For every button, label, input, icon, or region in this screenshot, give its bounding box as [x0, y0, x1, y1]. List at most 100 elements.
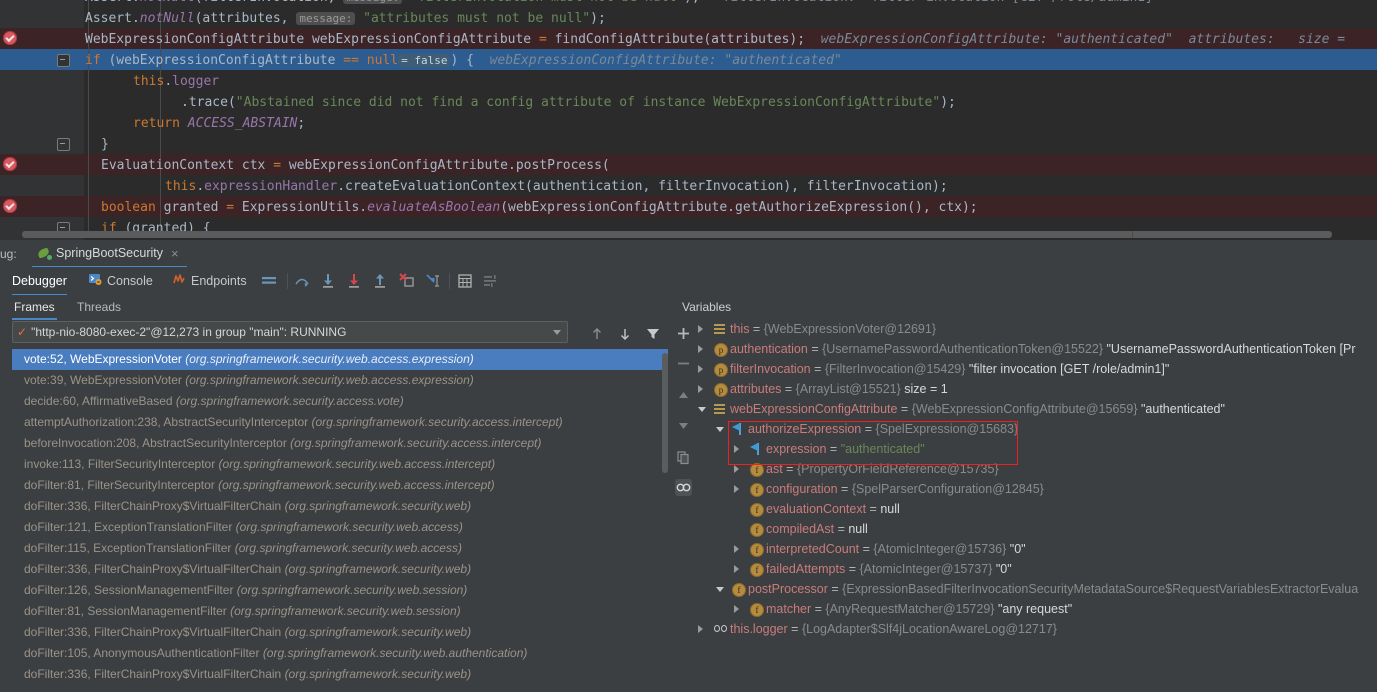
variable-name: configuration	[766, 482, 838, 496]
frame-list-item[interactable]: doFilter:336, FilterChainProxy$VirtualFi…	[12, 559, 668, 580]
watches-button[interactable]	[675, 479, 692, 496]
show-execution-point-icon[interactable]	[260, 272, 278, 290]
force-step-into-icon[interactable]	[345, 272, 363, 290]
chevron-right-icon[interactable]	[734, 445, 739, 453]
variable-name: evaluationContext	[766, 502, 867, 516]
code-editor[interactable]: Assert.notNull(filterInvocation, message…	[0, 0, 1377, 240]
step-into-icon[interactable]	[319, 272, 337, 290]
variable-row[interactable]: f interpretedCount = {AtomicInteger@15736…	[696, 539, 1377, 559]
variable-text: this.logger = {LogAdapter$Slf4jLocationA…	[730, 619, 1057, 639]
tab-threads[interactable]: Threads	[75, 295, 123, 318]
thread-selector-dropdown[interactable]: ✓ "http-nio-8080-exec-2"@12,273 in group…	[12, 321, 568, 343]
variable-row[interactable]: f ast = {PropertyOrFieldReference@15735}	[696, 459, 1377, 479]
frame-list-item[interactable]: doFilter:81, SessionManagementFilter (or…	[12, 601, 668, 622]
run-to-cursor-icon[interactable]	[424, 272, 442, 290]
move-watch-down-button[interactable]	[675, 417, 692, 434]
drop-frame-icon[interactable]	[398, 272, 416, 290]
frame-down-button[interactable]	[616, 325, 634, 343]
chevron-right-icon[interactable]	[698, 385, 703, 393]
chevron-down-icon[interactable]	[553, 330, 561, 335]
variable-row[interactable]: this = {WebExpressionVoter@12691}	[696, 319, 1377, 339]
variable-row[interactable]: p filterInvocation = {FilterInvocation@15…	[696, 359, 1377, 379]
variable-row[interactable]: f matcher = {AnyRequestMatcher@15729} "an…	[696, 599, 1377, 619]
frame-list-item[interactable]: doFilter:121, ExceptionTranslationFilter…	[12, 517, 668, 538]
chevron-right-icon[interactable]	[734, 545, 739, 553]
call-stack-frames-list[interactable]: vote:52, WebExpressionVoter (org.springf…	[12, 349, 668, 692]
move-watch-up-button[interactable]	[675, 387, 692, 404]
frame-up-button[interactable]	[588, 325, 606, 343]
frame-list-item[interactable]: doFilter:336, FilterChainProxy$VirtualFi…	[12, 664, 668, 685]
variable-equals: =	[807, 342, 823, 356]
chevron-right-icon[interactable]	[734, 605, 739, 613]
chevron-right-icon[interactable]	[734, 565, 739, 573]
variable-text: expression = "authenticated"	[766, 439, 925, 459]
frame-list-item[interactable]: vote:39, WebExpressionVoter (org.springf…	[12, 370, 668, 391]
step-out-icon[interactable]	[371, 272, 389, 290]
chevron-right-icon[interactable]	[698, 625, 703, 633]
variable-row[interactable]: this.logger = {LogAdapter$Slf4jLocationA…	[696, 619, 1377, 639]
frame-list-item[interactable]: invoke:113, FilterSecurityInterceptor (o…	[12, 454, 668, 475]
tab-debugger[interactable]: Debugger	[12, 267, 67, 296]
variable-row[interactable]: f configuration = {SpelParserConfiguratio…	[696, 479, 1377, 499]
frame-package: (org.springframework.security.web.access…	[185, 373, 474, 387]
frame-list-item[interactable]: vote:52, WebExpressionVoter (org.springf…	[12, 349, 668, 370]
copy-value-button[interactable]	[675, 449, 692, 466]
chevron-right-icon[interactable]	[734, 465, 739, 473]
frame-list-item[interactable]: doFilter:336, FilterChainProxy$VirtualFi…	[12, 622, 668, 643]
frame-list-item[interactable]: doFilter:81, FilterSecurityInterceptor (…	[12, 475, 668, 496]
close-icon[interactable]: ×	[171, 246, 179, 261]
remove-watch-button[interactable]	[675, 355, 692, 372]
chevron-right-icon[interactable]	[698, 365, 703, 373]
frame-list-item[interactable]: doFilter:126, SessionManagementFilter (o…	[12, 580, 668, 601]
variable-name: this	[730, 322, 750, 336]
variable-row[interactable]: p attributes = {ArrayList@15521} size = 1	[696, 379, 1377, 399]
flag-node-icon	[750, 443, 761, 455]
variable-row[interactable]: f compiledAst = null	[696, 519, 1377, 539]
variables-title-label: Variables	[682, 299, 732, 314]
tab-endpoints[interactable]: Endpoints	[172, 267, 247, 294]
chevron-right-icon[interactable]	[698, 325, 703, 333]
variable-row[interactable]: p authentication = {UsernamePasswordAuthe…	[696, 339, 1377, 359]
evaluate-expression-icon[interactable]	[456, 272, 474, 290]
editor-horizontal-scrollbar[interactable]	[22, 231, 1332, 238]
step-over-icon[interactable]	[293, 272, 311, 290]
frame-list-item[interactable]: decide:60, AffirmativeBased (org.springf…	[12, 391, 668, 412]
variable-equals: =	[859, 542, 874, 556]
variable-row[interactable]: webExpressionConfigAttribute = {WebExpre…	[696, 399, 1377, 419]
field-node-icon: f	[750, 543, 764, 557]
filter-frames-button[interactable]	[644, 325, 662, 343]
frame-method: vote:39, WebExpressionVoter	[24, 373, 186, 387]
chevron-down-icon[interactable]	[698, 407, 706, 412]
frame-list-item[interactable]: doFilter:336, FilterChainProxy$VirtualFi…	[12, 496, 668, 517]
field-node-icon: f	[732, 583, 746, 597]
object-node-icon	[714, 324, 725, 334]
frame-method: doFilter:126, SessionManagementFilter	[24, 583, 237, 597]
variable-row[interactable]: expression = "authenticated"	[696, 439, 1377, 459]
variable-row[interactable]: f evaluationContext = null	[696, 499, 1377, 519]
settings-list-icon[interactable]	[482, 272, 500, 290]
variables-panel: Variables this = {WebExpressionVoter@126…	[672, 295, 1377, 692]
frames-panel: Frames Threads ✓ "http-nio-8080-exec-2"@…	[0, 295, 668, 692]
frame-list-item[interactable]: doFilter:105, AnonymousAuthenticationFil…	[12, 643, 668, 664]
frame-package: (org.springframework.security.web.sessio…	[236, 583, 468, 597]
variables-tree[interactable]: this = {WebExpressionVoter@12691} p authe…	[696, 319, 1377, 692]
variable-equals: =	[826, 442, 841, 456]
variable-row[interactable]: f failedAttempts = {AtomicInteger@15737} …	[696, 559, 1377, 579]
variable-equals: =	[827, 582, 843, 596]
frame-list-item[interactable]: beforeInvocation:208, AbstractSecurityIn…	[12, 433, 668, 454]
run-configuration-tab[interactable]: SpringBootSecurity ×	[32, 240, 187, 268]
variable-row[interactable]: f postProcessor = {ExpressionBasedFilterI…	[696, 579, 1377, 599]
variable-row[interactable]: authorizeExpression = {SpelExpression@15…	[696, 419, 1377, 439]
frame-list-item[interactable]: doFilter:115, ExceptionTranslationFilter…	[12, 538, 668, 559]
frame-method: doFilter:105, AnonymousAuthenticationFil…	[24, 646, 263, 660]
chevron-right-icon[interactable]	[734, 485, 739, 493]
chevron-down-icon[interactable]	[716, 427, 724, 432]
frame-list-item[interactable]: attemptAuthorization:238, AbstractSecuri…	[12, 412, 668, 433]
tab-debugger-label: Debugger	[12, 273, 67, 288]
chevron-down-icon[interactable]	[716, 587, 724, 592]
chevron-right-icon[interactable]	[698, 345, 703, 353]
add-watch-button[interactable]	[675, 325, 692, 342]
tab-console[interactable]: Console	[88, 267, 153, 294]
frame-method: decide:60, AffirmativeBased	[24, 394, 176, 408]
tab-frames[interactable]: Frames	[12, 295, 57, 320]
